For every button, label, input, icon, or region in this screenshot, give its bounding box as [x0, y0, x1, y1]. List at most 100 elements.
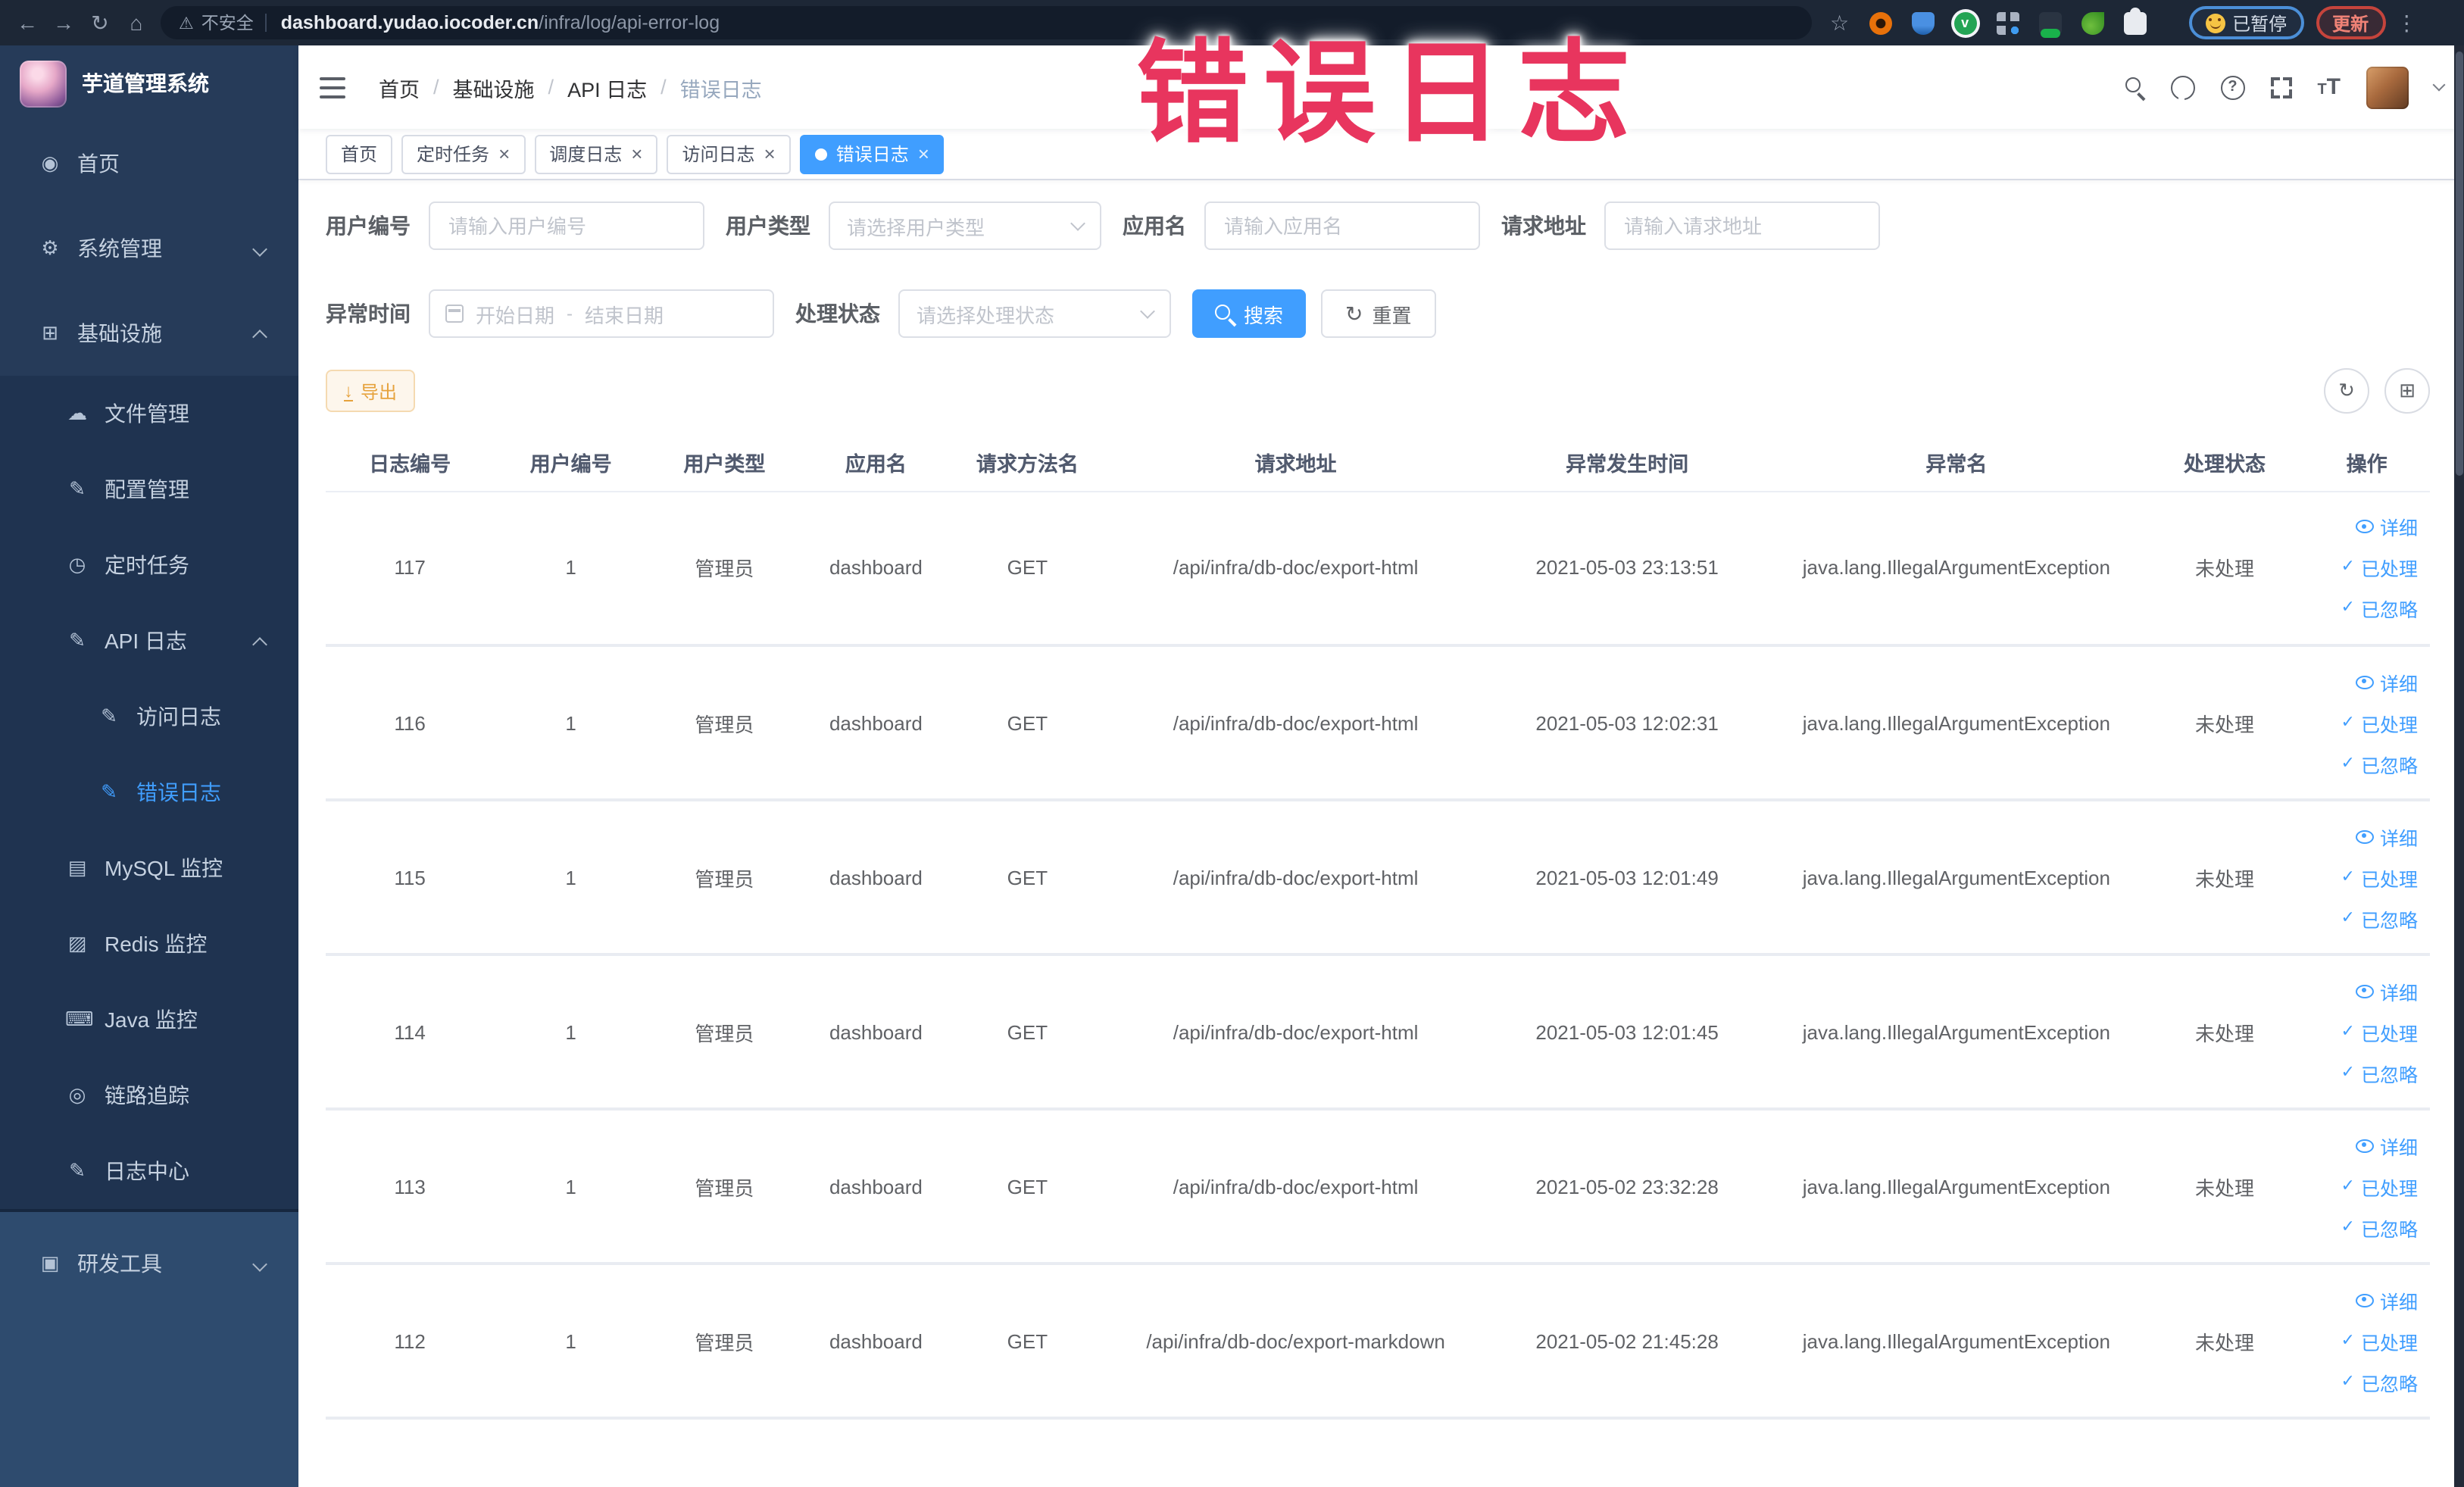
mark-processed-link[interactable]: ✓ 已处理 — [2341, 1017, 2418, 1046]
sidebar-collapse-icon[interactable] — [320, 77, 345, 98]
close-icon[interactable]: × — [498, 144, 510, 164]
sidebar-item-file-manage[interactable]: ☁ 文件管理 — [0, 376, 298, 451]
column-settings-button[interactable]: ⊞ — [2384, 368, 2430, 414]
close-icon[interactable]: × — [631, 144, 642, 164]
tab-scheduled-job[interactable]: 定时任务 × — [401, 134, 526, 173]
request-url-input[interactable] — [1604, 201, 1880, 250]
sidebar-item-redis-monitor[interactable]: ▨ Redis 监控 — [0, 906, 298, 982]
tab-schedule-log[interactable]: 调度日志 × — [534, 134, 658, 173]
user-type-select[interactable]: 请选择用户类型 — [829, 201, 1101, 250]
github-icon[interactable] — [2170, 75, 2195, 99]
table-row: 113 1 管理员 dashboard GET /api/infra/db-do… — [326, 1109, 2430, 1265]
detail-link[interactable]: 详细 — [2355, 1286, 2418, 1314]
tab-error-log[interactable]: 错误日志 × — [799, 134, 945, 173]
home-icon[interactable]: ⌂ — [121, 6, 151, 39]
font-size-icon[interactable]: TT — [2317, 74, 2341, 100]
detail-link[interactable]: 详细 — [2355, 1131, 2418, 1160]
cell-user-type: 管理员 — [648, 954, 801, 1111]
stack-icon: ▨ — [67, 932, 87, 954]
search-button[interactable]: 搜索 — [1192, 289, 1307, 338]
chevron-down-icon — [252, 1256, 267, 1271]
sidebar-item-infra[interactable]: ⊞ 基础设施 — [0, 291, 298, 376]
mark-processed-link[interactable]: ✓ 已处理 — [2341, 554, 2418, 583]
cell-user-type: 管理员 — [648, 800, 801, 956]
avatar-caret-icon[interactable] — [2432, 78, 2446, 92]
url-path: /infra/log/api-error-log — [539, 12, 720, 33]
cell-exception-name: java.lang.IllegalArgumentException — [1766, 645, 2146, 801]
tab-home[interactable]: 首页 — [326, 134, 393, 173]
date-range-picker[interactable]: 开始日期 - 结束日期 — [429, 289, 774, 338]
sidebar-item-log-center[interactable]: ✎ 日志中心 — [0, 1133, 298, 1209]
scrollbar-thumb[interactable] — [2456, 52, 2463, 476]
breadcrumb-api-log[interactable]: API 日志 — [567, 72, 647, 102]
sidebar-item-dev-tools[interactable]: ▣ 研发工具 — [0, 1221, 298, 1306]
search-icon[interactable] — [2125, 77, 2144, 97]
col-user-type: 用户类型 — [648, 435, 801, 492]
extension-icon-sprout[interactable] — [2081, 11, 2104, 34]
mark-ignored-link[interactable]: ✓ 已忽略 — [2341, 1367, 2418, 1396]
sidebar-item-scheduled-job[interactable]: ◷ 定时任务 — [0, 527, 298, 603]
detail-link[interactable]: 详细 — [2355, 667, 2418, 696]
breadcrumb-infra[interactable]: 基础设施 — [453, 72, 535, 102]
sidebar-item-label: 错误日志 — [136, 780, 221, 804]
mark-ignored-link[interactable]: ✓ 已忽略 — [2341, 1058, 2418, 1087]
row-actions: 详细 ✓ 已处理 ✓ 已忽略 — [2309, 667, 2424, 778]
detail-link[interactable]: 详细 — [2355, 513, 2418, 542]
mark-processed-link[interactable]: ✓ 已处理 — [2341, 708, 2418, 737]
refresh-table-button[interactable]: ↻ — [2324, 368, 2369, 414]
sidebar-item-access-log[interactable]: ✎ 访问日志 — [0, 679, 298, 754]
mark-processed-link[interactable]: ✓ 已处理 — [2341, 1326, 2418, 1355]
mark-ignored-link[interactable]: ✓ 已忽略 — [2341, 749, 2418, 778]
filter-row-1: 用户编号 用户类型 请选择用户类型 应用名 — [326, 201, 2430, 250]
extension-icon-shield[interactable] — [1911, 11, 1935, 34]
browser-update-button[interactable]: 更新 — [2316, 6, 2386, 39]
mark-processed-link[interactable]: ✓ 已处理 — [2341, 1172, 2418, 1201]
sidebar-item-trace[interactable]: ◎ 链路追踪 — [0, 1057, 298, 1133]
table-header-row: 日志编号 用户编号 用户类型 应用名 请求方法名 请求地址 异常发生时间 异常名… — [326, 435, 2430, 492]
reload-icon[interactable]: ↻ — [85, 6, 115, 39]
extensions-puzzle-icon[interactable] — [2123, 7, 2147, 34]
close-icon[interactable]: × — [764, 144, 776, 164]
detail-link[interactable]: 详细 — [2355, 976, 2418, 1005]
mark-ignored-link[interactable]: ✓ 已忽略 — [2341, 904, 2418, 932]
sidebar-item-api-log[interactable]: ✎ API 日志 — [0, 603, 298, 679]
process-status-select[interactable]: 请选择处理状态 — [898, 289, 1171, 338]
help-icon[interactable]: ? — [2220, 75, 2245, 99]
mark-ignored-link[interactable]: ✓ 已忽略 — [2341, 1213, 2418, 1242]
header-actions: ? TT — [2125, 66, 2446, 108]
mark-ignored-link[interactable]: ✓ 已忽略 — [2341, 595, 2418, 623]
error-log-icon: ✎ — [101, 780, 117, 803]
user-id-input[interactable] — [429, 201, 704, 250]
sidebar-item-mysql-monitor[interactable]: ▤ MySQL 监控 — [0, 830, 298, 906]
fullscreen-icon[interactable] — [2270, 77, 2292, 98]
detail-link[interactable]: 详细 — [2355, 822, 2418, 851]
user-avatar[interactable] — [2366, 66, 2409, 108]
sidebar-item-system[interactable]: ⚙ 系统管理 — [0, 206, 298, 291]
breadcrumb-home[interactable]: 首页 — [379, 72, 420, 102]
back-icon[interactable]: ← — [12, 6, 42, 39]
cell-log-id: 114 — [326, 954, 495, 1111]
reset-button[interactable]: ↻ 重置 — [1321, 289, 1436, 338]
app-name-input[interactable] — [1204, 201, 1480, 250]
security-warning-icon[interactable]: ⚠ — [179, 13, 194, 33]
close-icon[interactable]: × — [918, 144, 929, 164]
bookmark-star-icon[interactable]: ☆ — [1830, 10, 1849, 36]
tab-access-log[interactable]: 访问日志 × — [667, 134, 791, 173]
sidebar-logo[interactable]: 芋道管理系统 — [0, 45, 298, 121]
browser-menu-icon[interactable]: ⋮ — [2396, 10, 2417, 36]
extension-icon-green-v[interactable]: v — [1953, 11, 1977, 34]
mark-processed-link[interactable]: ✓ 已处理 — [2341, 863, 2418, 892]
forward-icon[interactable]: → — [48, 6, 79, 39]
sidebar-item-home[interactable]: ◉ 首页 — [0, 121, 298, 206]
cell-app-name: dashboard — [801, 954, 951, 1111]
sidebar-item-java-monitor[interactable]: ⌨ Java 监控 — [0, 982, 298, 1057]
main-area: 首页 / 基础设施 / API 日志 / 错误日志 ? TT 首页 定时任务 ×… — [298, 45, 2464, 1487]
address-bar[interactable]: ⚠ 不安全 dashboard.yudao.iocoder.cn /infra/… — [161, 6, 1812, 39]
sidebar-item-error-log[interactable]: ✎ 错误日志 — [0, 754, 298, 830]
extension-icon-on-badge[interactable] — [2038, 11, 2062, 37]
extension-icon-orange[interactable] — [1869, 11, 1892, 34]
paused-pill-button[interactable]: 已暂停 — [2188, 6, 2304, 39]
extension-icon-grid[interactable] — [1996, 11, 2019, 34]
export-button[interactable]: ↓ 导出 — [326, 370, 416, 412]
sidebar-item-config-manage[interactable]: ✎ 配置管理 — [0, 451, 298, 527]
